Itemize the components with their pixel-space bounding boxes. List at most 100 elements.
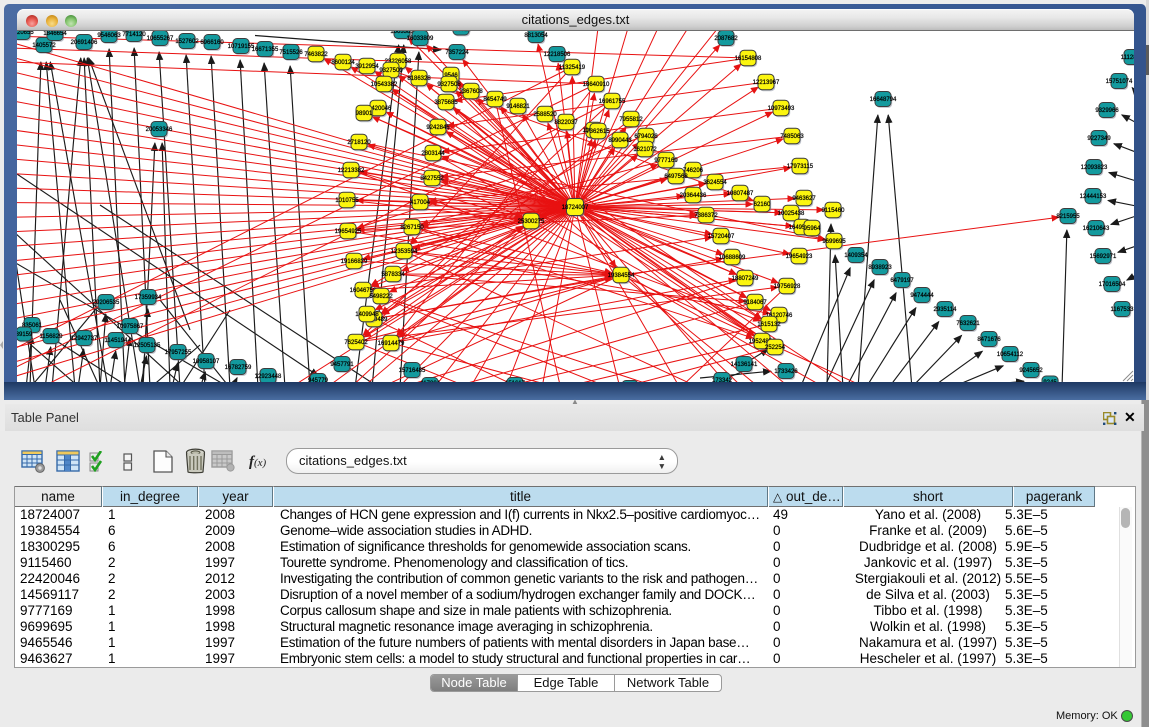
svg-text:6479197: 6479197 (890, 278, 914, 284)
svg-text:8822037: 8822037 (554, 120, 578, 126)
svg-text:3624554: 3624554 (703, 180, 727, 186)
svg-text:735722: 735722 (451, 31, 472, 33)
svg-text:12213967: 12213967 (753, 80, 780, 86)
svg-text:18724007: 18724007 (562, 205, 589, 211)
svg-text:16210643: 16210643 (1083, 226, 1110, 232)
svg-text:1145194: 1145194 (105, 338, 129, 344)
svg-text:12353594: 12353594 (391, 249, 418, 255)
svg-text:17016504: 17016504 (1099, 282, 1126, 288)
svg-text:98901: 98901 (356, 111, 373, 117)
svg-text:15751074: 15751074 (1106, 79, 1133, 85)
svg-text:1112808: 1112808 (1121, 55, 1134, 61)
svg-text:12093823: 12093823 (1081, 165, 1108, 171)
svg-text:3875685: 3875685 (434, 100, 458, 106)
svg-text:2718120: 2718120 (347, 140, 371, 146)
svg-text:9457791: 9457791 (330, 362, 354, 368)
svg-text:19166829: 19166829 (341, 259, 368, 265)
svg-text:8990443: 8990443 (608, 138, 632, 144)
svg-text:14136141: 14136141 (731, 362, 758, 368)
svg-text:15692971: 15692971 (1090, 254, 1117, 260)
svg-text:8938923: 8938923 (868, 265, 892, 271)
svg-text:10973493: 10973493 (768, 106, 795, 112)
svg-text:12213382: 12213382 (338, 168, 365, 174)
svg-text:19654923: 19654923 (786, 254, 813, 260)
svg-text:10655267: 10655267 (147, 36, 174, 42)
svg-text:5498222: 5498222 (369, 294, 393, 300)
svg-text:7714120: 7714120 (122, 32, 146, 38)
svg-text:20364436: 20364436 (680, 193, 707, 199)
svg-text:15716485: 15716485 (399, 368, 426, 374)
svg-text:7357224: 7357224 (445, 50, 469, 56)
svg-text:2020655: 2020655 (17, 31, 34, 36)
svg-text:18807249: 18807249 (732, 276, 759, 282)
svg-text:2087682: 2087682 (714, 36, 738, 42)
svg-text:1733426: 1733426 (774, 369, 798, 375)
svg-text:16961755: 16961755 (599, 99, 626, 105)
svg-text:6497568: 6497568 (664, 174, 688, 180)
svg-text:10025438: 10025438 (778, 211, 805, 217)
svg-text:12444153: 12444153 (1080, 194, 1107, 200)
svg-text:39159: 39159 (17, 332, 33, 338)
svg-text:151617: 151617 (505, 381, 526, 382)
svg-text:9245: 9245 (1043, 380, 1057, 382)
svg-text:1167533: 1167533 (1111, 307, 1134, 313)
svg-text:10654112: 10654112 (997, 352, 1024, 358)
svg-text:7955812: 7955812 (619, 117, 643, 123)
svg-text:9115460: 9115460 (822, 208, 846, 214)
svg-text:8454749: 8454749 (483, 97, 507, 103)
svg-text:17957255: 17957255 (165, 350, 192, 356)
svg-text:6794028: 6794028 (634, 134, 658, 140)
svg-text:5878334: 5878334 (381, 272, 405, 278)
svg-text:9329966: 9329966 (1095, 108, 1119, 114)
svg-text:7362615: 7362615 (586, 129, 610, 135)
svg-text:417004: 417004 (410, 200, 431, 206)
svg-text:9474444: 9474444 (910, 293, 934, 299)
svg-text:16671355: 16671355 (252, 47, 279, 53)
svg-text:16782759: 16782759 (225, 365, 252, 371)
svg-text:20053346: 20053346 (146, 127, 173, 133)
svg-text:7485063: 7485063 (780, 134, 804, 140)
svg-text:2588520: 2588520 (533, 112, 557, 118)
svg-text:17973115: 17973115 (787, 164, 814, 170)
svg-text:8813054: 8813054 (524, 33, 548, 39)
svg-text:16033809: 16033809 (407, 36, 434, 42)
svg-text:1405572: 1405572 (32, 43, 56, 49)
svg-text:16154808: 16154808 (735, 56, 762, 62)
svg-text:12923448: 12923448 (255, 374, 282, 380)
svg-text:1615132: 1615132 (757, 322, 781, 328)
svg-text:417004: 417004 (420, 381, 441, 382)
svg-text:7386372: 7386372 (694, 213, 718, 219)
svg-text:7463822: 7463822 (304, 52, 328, 58)
svg-text:9327500: 9327500 (379, 68, 403, 74)
svg-text:3912954: 3912954 (355, 64, 379, 70)
svg-text:10807487: 10807487 (727, 191, 754, 197)
svg-text:1846654: 1846654 (43, 31, 67, 37)
svg-text:1409354: 1409354 (844, 253, 868, 259)
svg-text:12942737: 12942737 (71, 336, 98, 342)
svg-text:19384554: 19384554 (608, 273, 635, 279)
svg-text:945779: 945779 (308, 378, 329, 382)
svg-text:9227349: 9227349 (1087, 136, 1111, 142)
svg-text:11325419: 11325419 (559, 65, 586, 71)
svg-text:1603381: 1603381 (390, 31, 414, 35)
svg-text:9463627: 9463627 (792, 196, 816, 202)
svg-text:19756928: 19756928 (774, 284, 801, 290)
svg-text:1527602: 1527602 (175, 39, 199, 45)
svg-text:95964: 95964 (804, 226, 821, 232)
svg-text:2935114: 2935114 (934, 307, 958, 313)
svg-text:1156829: 1156829 (40, 334, 64, 340)
svg-text:8186328: 8186328 (407, 76, 431, 82)
svg-text:12505135: 12505135 (134, 343, 161, 349)
svg-text:20206535: 20206535 (93, 300, 120, 306)
svg-text:9546063: 9546063 (97, 33, 121, 39)
svg-text:2803144: 2803144 (421, 151, 445, 157)
svg-text:1621072: 1621072 (633, 147, 657, 153)
svg-text:8427552: 8427552 (420, 176, 444, 182)
svg-text:9242845: 9242845 (426, 125, 450, 131)
svg-text:20691406: 20691406 (71, 40, 98, 46)
svg-text:10958107: 10958107 (193, 359, 220, 365)
svg-text:18640910: 18640910 (583, 82, 610, 88)
svg-text:8267150: 8267150 (400, 225, 424, 231)
svg-text:9146821: 9146821 (506, 104, 530, 110)
svg-text:9699695: 9699695 (822, 239, 846, 245)
